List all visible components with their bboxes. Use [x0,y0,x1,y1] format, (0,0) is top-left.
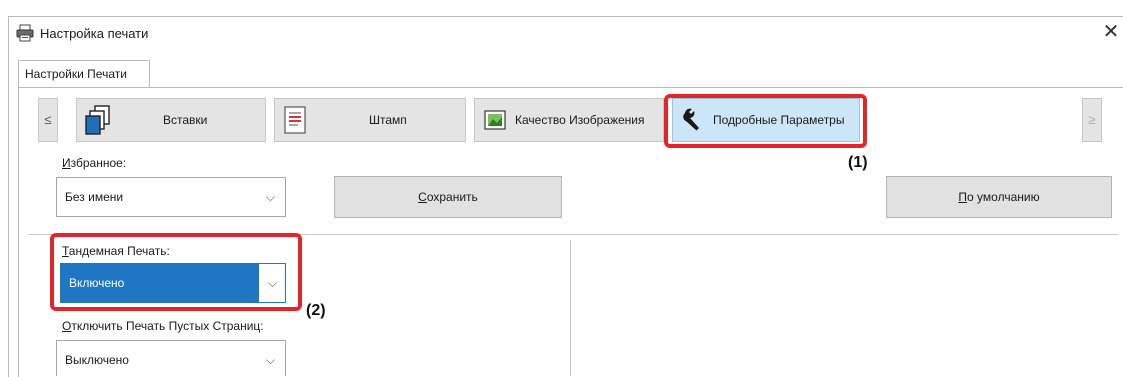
ribbon-scroll-left-button[interactable]: ≤ [38,98,58,142]
favorites-value: Без имени [65,190,124,204]
blank-pages-label: Отключить Печать Пустых Страниц: [62,319,264,333]
ribbon-scroll-right-button[interactable]: ≥ [1082,98,1102,142]
default-button-label: о умолчанию [967,190,1040,204]
callout-label-2: (2) [306,302,326,319]
chevron-down-icon: ⌵ [265,190,275,204]
blank-pages-label-mnemonic: О [62,319,72,333]
column-divider [570,240,571,376]
callout-label-1: (1) [848,154,868,171]
ribbon-item-label: Качество Изображения [515,113,645,127]
save-button[interactable]: Сохранить [334,176,562,218]
ribbon-item-image-quality[interactable]: Качество Изображения [474,98,664,142]
printer-icon [16,24,34,42]
stamp-icon [284,106,306,134]
blank-pages-dropdown[interactable]: Выключено ⌵ [56,340,286,376]
favorites-label: Избранное: [62,156,126,170]
inserts-pages-icon [85,105,110,135]
ribbon-item-stamp[interactable]: Штамп [274,98,466,142]
chevron-down-icon: ⌵ [265,353,275,367]
save-button-mnemonic: С [418,190,427,204]
default-button[interactable]: По умолчанию [886,176,1112,218]
default-button-mnemonic: П [958,190,968,204]
image-quality-icon [484,110,506,130]
blank-pages-label-text: тключить Печать Пустых Страниц: [71,319,264,333]
close-button[interactable]: ✕ [1100,22,1122,44]
ribbon-item-label: Вставки [163,113,208,127]
favorites-label-text: збранное: [70,156,127,170]
favorites-label-mnemonic: И [62,156,71,170]
callout-box-1 [664,94,867,148]
window-title: Настройка печати [40,26,149,41]
ribbon-item-label: Штамп [369,113,407,127]
callout-box-2 [50,233,302,311]
ribbon-item-inserts[interactable]: Вставки [76,98,266,142]
blank-pages-value: Выключено [65,353,129,367]
save-button-label: охранить [426,190,478,204]
favorites-dropdown[interactable]: Без имени ⌵ [56,177,286,217]
tab-print-settings[interactable]: Настройки Печати [18,60,150,88]
